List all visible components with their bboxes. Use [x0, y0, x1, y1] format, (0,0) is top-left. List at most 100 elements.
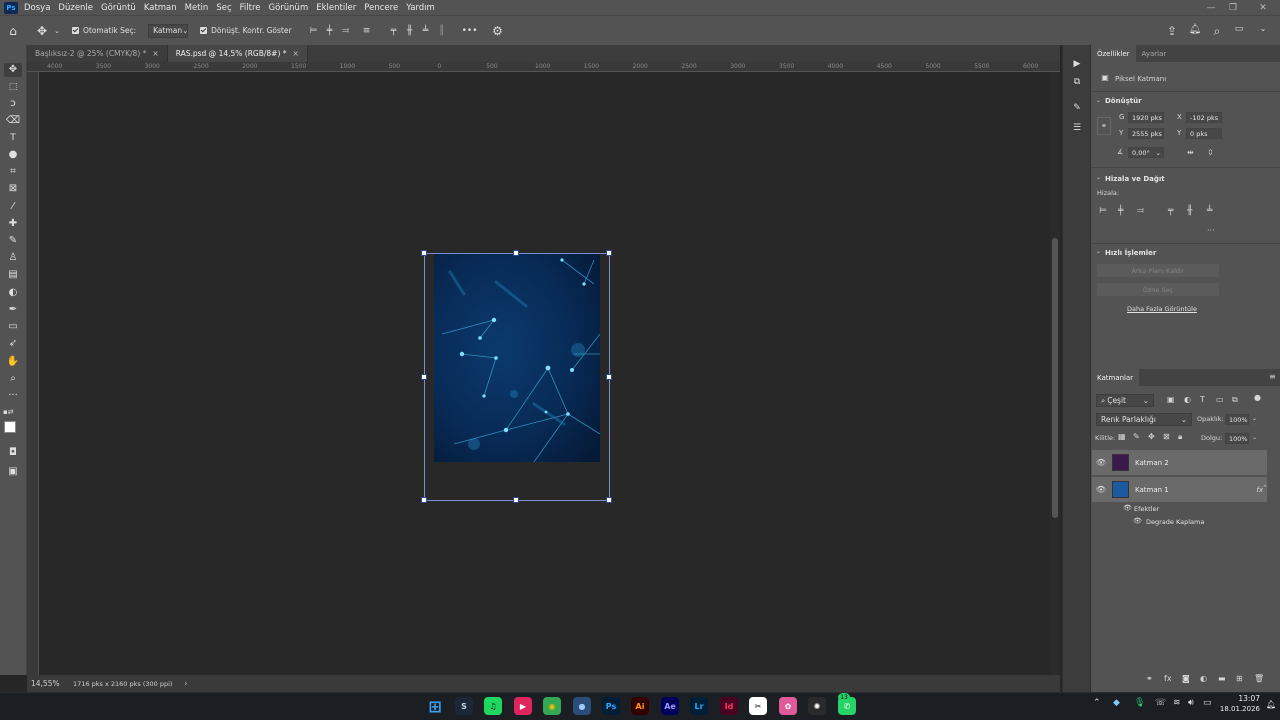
- home-icon[interactable]: ⌂: [0, 24, 26, 38]
- history-icon[interactable]: ⧉: [1070, 77, 1084, 87]
- share-icon[interactable]: ⇪: [1165, 24, 1179, 38]
- lasso-tool-icon[interactable]: ↄ: [4, 97, 22, 111]
- panel-menu-icon[interactable]: ≡: [1269, 372, 1276, 381]
- layer-row-katman-2[interactable]: 👁︎ Katman 2: [1092, 450, 1267, 475]
- align-center-icon[interactable]: ╪: [1118, 206, 1123, 216]
- menu-plugins[interactable]: Eklentiler: [316, 3, 356, 13]
- notifications-bell-icon[interactable]: 🔔︎: [1266, 700, 1276, 709]
- frame-tool-icon[interactable]: ⊠: [4, 182, 22, 196]
- taskbar-lightroom-icon[interactable]: Lr: [690, 697, 708, 715]
- height-field[interactable]: 2555 pks: [1128, 128, 1164, 139]
- taskbar-photos-icon[interactable]: ✿: [779, 697, 797, 715]
- distribute-icon[interactable]: ≡: [358, 26, 376, 36]
- more-tools-icon[interactable]: ···: [4, 389, 22, 403]
- layer-row-katman-1[interactable]: 👁︎ Katman 1 fx: [1092, 477, 1267, 502]
- transform-handle-top-left[interactable]: [421, 250, 427, 256]
- gradient-tool-icon[interactable]: ▤: [4, 268, 22, 282]
- hand-tool-icon[interactable]: ✋: [4, 355, 22, 369]
- object-select-tool-icon[interactable]: ⌫: [4, 114, 22, 128]
- effect-eye-icon[interactable]: 👁︎: [1133, 517, 1142, 525]
- menu-file[interactable]: Dosya: [24, 3, 50, 13]
- filter-pixel-icon[interactable]: ▣: [1167, 395, 1175, 404]
- notification-bell-icon[interactable]: 🔔︎: [1188, 24, 1202, 35]
- chevron-down-icon[interactable]: ⌄: [1252, 434, 1257, 441]
- play-icon[interactable]: ▶: [1070, 59, 1084, 69]
- align-bottom-icon[interactable]: ╧: [1207, 206, 1212, 216]
- new-layer-icon[interactable]: ⊞: [1236, 674, 1243, 683]
- transform-handle-bottom[interactable]: [513, 497, 519, 503]
- foreground-color-swatch[interactable]: [4, 421, 16, 433]
- taskbar-indesign-icon[interactable]: Id: [720, 697, 738, 715]
- path-select-tool-icon[interactable]: ➶: [4, 337, 22, 351]
- transform-handle-bottom-right[interactable]: [606, 497, 612, 503]
- taskbar-media-icon[interactable]: ▶: [514, 697, 532, 715]
- menu-layer[interactable]: Katman: [144, 3, 177, 13]
- tab-adjustments[interactable]: Ayarlar: [1136, 45, 1173, 62]
- vertical-scroll-thumb[interactable]: [1052, 238, 1058, 518]
- visibility-eye-icon[interactable]: 👁︎: [1092, 485, 1110, 494]
- align-right-edges-icon[interactable]: ⫤: [338, 26, 354, 36]
- trash-icon[interactable]: 🗑︎: [1254, 674, 1264, 683]
- stamp-tool-icon[interactable]: ♙: [4, 251, 22, 265]
- align-middle-icon[interactable]: ╫: [1187, 206, 1192, 216]
- brush-settings-icon[interactable]: ✎: [1070, 103, 1084, 113]
- link-layers-icon[interactable]: ⚭: [1146, 674, 1153, 683]
- taskbar-steam-icon[interactable]: S: [455, 697, 473, 715]
- link-proportions-icon[interactable]: ⚭: [1097, 117, 1111, 135]
- menu-filter[interactable]: Filtre: [240, 3, 261, 13]
- opacity-field[interactable]: 100%: [1225, 414, 1249, 425]
- transform-bounding-box[interactable]: [424, 253, 610, 501]
- taskbar-app-blue-icon[interactable]: ●: [573, 697, 591, 715]
- adjustments-icon[interactable]: ☰: [1070, 123, 1084, 133]
- chevron-down-icon[interactable]: ⌄: [1252, 415, 1257, 422]
- phone-link-icon[interactable]: ☏: [1155, 698, 1166, 708]
- fx-icon[interactable]: fx: [1164, 674, 1172, 683]
- menu-help[interactable]: Yardım: [406, 3, 435, 13]
- type-tool-icon[interactable]: T: [4, 131, 22, 145]
- transform-handle-bottom-left[interactable]: [421, 497, 427, 503]
- chevron-down-icon[interactable]: ⌄: [1096, 174, 1101, 181]
- taskbar-windows-icon[interactable]: ⊞: [426, 697, 444, 716]
- filter-adjustment-icon[interactable]: ◐: [1184, 395, 1191, 404]
- move-tool-icon[interactable]: ✥: [4, 63, 22, 77]
- y-field[interactable]: 0 pks: [1186, 128, 1222, 139]
- align-vertical-centers-icon[interactable]: ╫: [402, 26, 418, 36]
- x-field[interactable]: -102 pks: [1186, 112, 1222, 123]
- align-right-icon[interactable]: ⫤: [1137, 206, 1144, 216]
- adjustment-layer-icon[interactable]: ◐: [1200, 674, 1207, 683]
- marquee-tool-icon[interactable]: ⬚: [4, 80, 22, 94]
- lock-all-icon[interactable]: 🔒︎: [1178, 432, 1182, 442]
- align-left-edges-icon[interactable]: ⊨: [306, 26, 322, 36]
- healing-brush-tool-icon[interactable]: ✚: [4, 217, 22, 231]
- menu-window[interactable]: Pencere: [364, 3, 398, 13]
- distribute-vertical-icon[interactable]: ║: [434, 26, 450, 36]
- screen-mode-icon[interactable]: ▣: [4, 465, 22, 479]
- effects-eye-icon[interactable]: 👁︎: [1123, 504, 1132, 512]
- width-field[interactable]: 1920 pks: [1128, 112, 1164, 123]
- filter-type-icon[interactable]: T: [1200, 395, 1205, 404]
- flip-vertical-icon[interactable]: ⇳: [1207, 148, 1214, 157]
- align-bottom-edges-icon[interactable]: ╧: [418, 26, 434, 36]
- angle-field[interactable]: 0,00° ⌄: [1128, 147, 1164, 158]
- vertical-scrollbar[interactable]: [1050, 72, 1060, 675]
- taskbar-illustrator-icon[interactable]: Ai: [631, 697, 649, 715]
- flip-horizontal-icon[interactable]: ⇹: [1187, 148, 1194, 157]
- transform-handle-top[interactable]: [513, 250, 519, 256]
- more-options-icon[interactable]: •••: [458, 26, 482, 36]
- status-arrow-icon[interactable]: ›: [184, 679, 187, 688]
- workspace-icon[interactable]: ▭: [1232, 24, 1246, 34]
- quick-mask-icon[interactable]: ◘: [4, 446, 22, 460]
- menu-view[interactable]: Görünüm: [269, 3, 309, 13]
- dodge-tool-icon[interactable]: ◐: [4, 286, 22, 300]
- default-colors-icon[interactable]: ▪⇄: [3, 408, 14, 416]
- transform-handle-left[interactable]: [421, 374, 427, 380]
- close-tab-icon[interactable]: ×: [293, 49, 299, 58]
- chevron-down-icon[interactable]: ⌄: [1096, 97, 1101, 104]
- close-icon[interactable]: ✕: [1240, 0, 1280, 15]
- add-mask-icon[interactable]: ◙: [1182, 674, 1190, 683]
- zoom-level[interactable]: 14,55%: [31, 679, 71, 688]
- more-options-icon[interactable]: ···: [1207, 226, 1215, 235]
- volume-icon[interactable]: 🔊︎: [1188, 698, 1194, 708]
- microphone-icon[interactable]: 🎙︎: [1134, 698, 1145, 708]
- taskbar-after-effects-icon[interactable]: Ae: [661, 697, 679, 715]
